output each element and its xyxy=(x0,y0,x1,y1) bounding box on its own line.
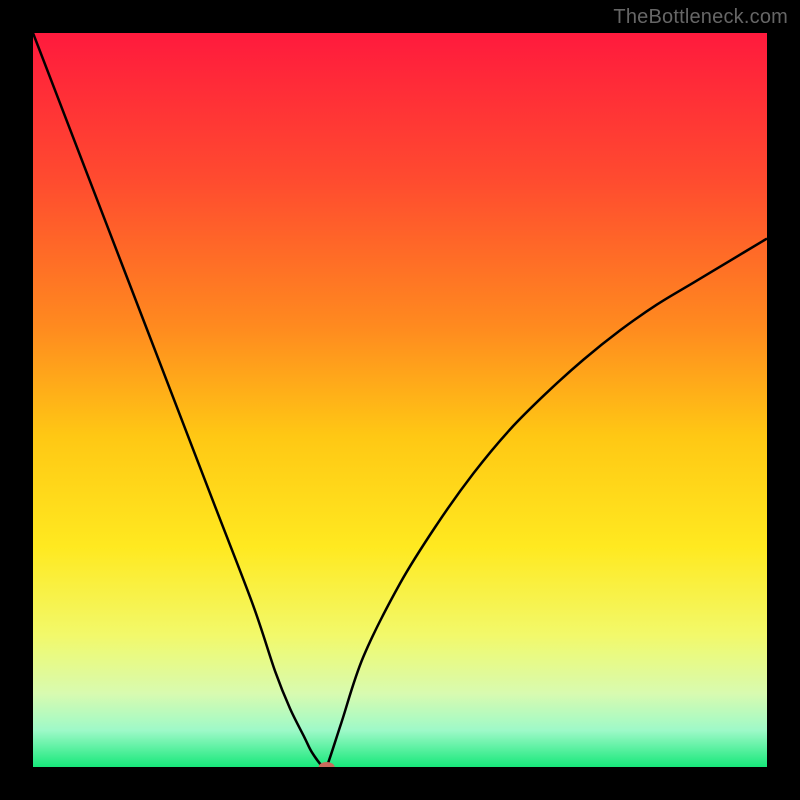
bottleneck-chart: TheBottleneck.com xyxy=(0,0,800,800)
chart-svg xyxy=(33,33,767,767)
watermark-text: TheBottleneck.com xyxy=(613,6,788,29)
plot-area xyxy=(33,33,767,767)
gradient-background xyxy=(33,33,767,767)
